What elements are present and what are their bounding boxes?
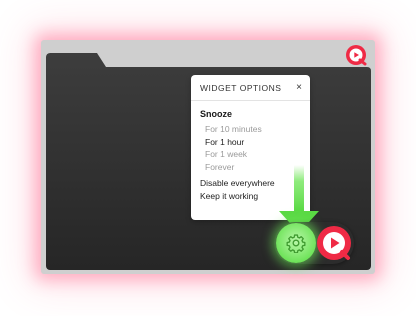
gear-icon: [286, 234, 306, 253]
snooze-option-1-hour[interactable]: For 1 hour: [200, 136, 301, 149]
settings-button[interactable]: [276, 223, 316, 263]
play-logo-icon[interactable]: [315, 224, 353, 262]
panel-title: WIDGET OPTIONS: [200, 82, 282, 93]
snooze-option-10-minutes[interactable]: For 10 minutes: [200, 123, 301, 136]
corner-play-logo-icon: [346, 45, 367, 66]
snooze-option-1-week[interactable]: For 1 week: [200, 148, 301, 161]
panel-header: WIDGET OPTIONS ×: [191, 75, 310, 101]
snooze-heading: Snooze: [200, 109, 233, 119]
close-icon[interactable]: ×: [296, 82, 302, 93]
